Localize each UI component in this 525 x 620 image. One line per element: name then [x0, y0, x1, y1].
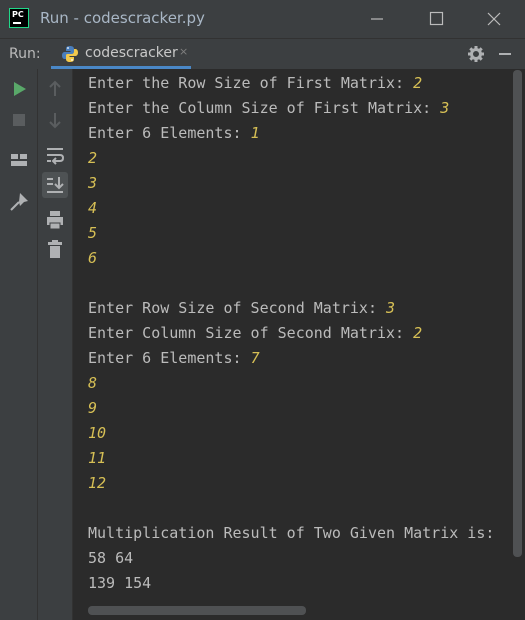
console-output-text: Enter 6 Elements:	[88, 124, 251, 142]
vertical-scrollbar[interactable]	[513, 70, 522, 557]
console-line: Enter the Column Size of First Matrix: 3	[73, 96, 510, 121]
trash-icon	[48, 240, 62, 258]
minimize-icon	[371, 18, 383, 20]
console-line: Multiplication Result of Two Given Matri…	[73, 521, 510, 546]
stop-button[interactable]	[6, 107, 32, 133]
console-line: Enter Row Size of Second Matrix: 3	[73, 296, 510, 321]
console-line: 10	[73, 421, 510, 446]
console-user-input: 8	[88, 374, 98, 392]
console-user-input: 6	[88, 249, 98, 267]
minimize-button[interactable]	[364, 6, 390, 32]
console-line: 3	[73, 171, 510, 196]
run-label: Run:	[9, 46, 41, 62]
console-output-text: Enter Column Size of Second Matrix:	[88, 324, 414, 342]
tab-label: codescracker	[85, 45, 178, 61]
stop-icon	[13, 114, 25, 126]
console-line: 139 154	[73, 571, 510, 596]
console-user-input: 4	[88, 199, 98, 217]
console-line: 4	[73, 196, 510, 221]
console-line: 8	[73, 371, 510, 396]
console-output[interactable]: Enter the Row Size of First Matrix: 2 Ent…	[73, 69, 510, 620]
console-line: Enter 6 Elements: 1	[73, 121, 510, 146]
layout-icon	[11, 154, 27, 166]
console-output-text: Multiplication Result of Two Given Matri…	[88, 524, 495, 542]
pin-icon	[10, 193, 28, 211]
run-actions-toolbar	[0, 69, 38, 620]
console-user-input: 2	[413, 74, 423, 92]
soft-wrap-icon	[47, 148, 65, 165]
maximize-button[interactable]	[423, 6, 449, 32]
console-line: 9	[73, 396, 510, 421]
print-icon	[47, 211, 63, 230]
rerun-icon	[14, 82, 26, 96]
console-actions-toolbar	[38, 69, 73, 620]
maximize-icon	[429, 11, 444, 26]
console-user-input: 2	[88, 149, 98, 167]
console-user-input: 11	[88, 449, 107, 467]
window-title: Run - codescracker.py	[40, 9, 205, 27]
print-button[interactable]	[42, 207, 68, 233]
close-button[interactable]	[481, 6, 507, 32]
console-line: 6	[73, 246, 510, 271]
console-output-text: 58 64	[88, 549, 134, 567]
gear-icon[interactable]	[466, 44, 486, 68]
soft-wrap-button[interactable]	[42, 142, 68, 168]
console-output-text: Enter the Row Size of First Matrix:	[88, 74, 414, 92]
console-user-input: 2	[413, 324, 423, 342]
console-output-text: Enter 6 Elements:	[88, 349, 251, 367]
console-line: 58 64	[73, 546, 510, 571]
console-user-input: 3	[440, 99, 450, 117]
console-line: 2	[73, 146, 510, 171]
logo-text: PC	[12, 10, 24, 19]
console-user-input: 7	[250, 349, 260, 367]
console-line: 12	[73, 471, 510, 496]
tab-codescracker[interactable]: codescracker ×	[51, 39, 191, 69]
title-bar: PC Run - codescracker.py	[0, 0, 525, 38]
up-button[interactable]	[42, 76, 68, 102]
layout-button[interactable]	[6, 147, 32, 173]
console-user-input: 3	[386, 299, 396, 317]
hide-panel-icon[interactable]	[495, 44, 515, 68]
down-arrow-icon	[49, 113, 61, 129]
console-user-input: 5	[88, 224, 98, 242]
console-line: Enter Column Size of Second Matrix: 2	[73, 321, 510, 346]
close-icon	[487, 12, 501, 26]
console-output-text: 139 154	[88, 574, 152, 592]
console-user-input: 12	[88, 474, 107, 492]
scroll-to-end-button[interactable]	[42, 172, 68, 198]
console-line: Enter the Row Size of First Matrix: 2	[73, 71, 510, 96]
console-line: Enter 6 Elements: 7	[73, 346, 510, 371]
console-line: 11	[73, 446, 510, 471]
pin-button[interactable]	[6, 189, 32, 215]
up-arrow-icon	[49, 80, 61, 96]
clear-button[interactable]	[42, 237, 68, 263]
console-user-input: 1	[250, 124, 260, 142]
pycharm-logo-icon: PC	[9, 8, 29, 28]
tab-close-icon[interactable]: ×	[179, 45, 188, 58]
console-user-input: 9	[88, 399, 98, 417]
console-user-input: 10	[88, 424, 107, 442]
horizontal-scrollbar[interactable]	[88, 606, 306, 615]
console-user-input: 3	[88, 174, 98, 192]
rerun-button[interactable]	[6, 76, 32, 102]
console-line: 5	[73, 221, 510, 246]
python-icon	[61, 45, 79, 67]
console-output-text: Enter the Column Size of First Matrix:	[88, 99, 441, 117]
down-button[interactable]	[42, 107, 68, 133]
console-lines: Enter the Row Size of First Matrix: 2 Ent…	[73, 69, 510, 596]
console-output-text: Enter Row Size of Second Matrix:	[88, 299, 387, 317]
run-toolbar: Run: codescracker ×	[0, 38, 525, 69]
scroll-to-end-icon	[47, 177, 64, 193]
